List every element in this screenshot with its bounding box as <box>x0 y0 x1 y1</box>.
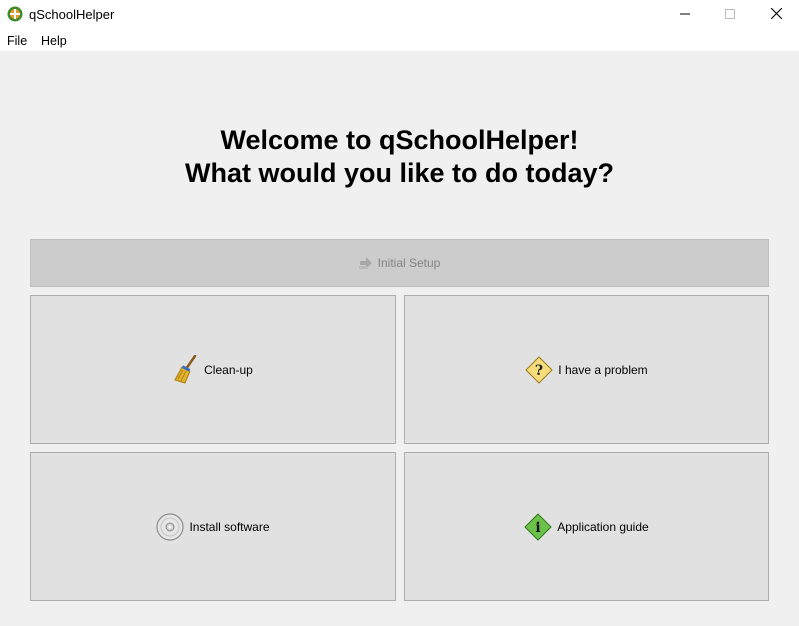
menu-file[interactable]: File <box>7 34 27 48</box>
broom-icon <box>173 354 199 385</box>
maximize-icon <box>725 6 735 24</box>
svg-text:i: i <box>536 520 541 536</box>
initial-setup-label: Initial Setup <box>377 256 441 270</box>
menu-help[interactable]: Help <box>41 34 67 48</box>
app-logo-icon <box>7 6 23 22</box>
minimize-button[interactable] <box>662 0 708 30</box>
application-guide-label: Application guide <box>557 519 649 534</box>
cleanup-label: Clean-up <box>204 362 253 377</box>
welcome-heading: Welcome to qSchoolHelper! What would you… <box>0 124 799 190</box>
cleanup-button[interactable]: Clean-up <box>30 295 396 444</box>
install-software-button[interactable]: Install software <box>30 452 396 601</box>
minimize-icon <box>680 6 690 24</box>
window-title: qSchoolHelper <box>29 7 115 22</box>
question-diamond-icon: ? <box>525 355 554 384</box>
menu-bar: File Help <box>0 30 799 51</box>
problem-label: I have a problem <box>558 362 648 377</box>
arrow-right-icon <box>358 256 373 270</box>
install-software-label: Install software <box>189 519 270 534</box>
info-diamond-icon: i <box>524 512 553 541</box>
maximize-button[interactable] <box>707 0 753 30</box>
application-guide-button[interactable]: i Application guide <box>404 452 769 601</box>
title-bar: qSchoolHelper <box>0 0 799 30</box>
initial-setup-button[interactable]: Initial Setup <box>30 239 769 287</box>
svg-text:?: ? <box>535 363 543 379</box>
welcome-line-2: What would you like to do today? <box>185 158 614 188</box>
problem-button[interactable]: ? I have a problem <box>404 295 769 444</box>
welcome-line-1: Welcome to qSchoolHelper! <box>220 125 579 155</box>
close-icon <box>770 6 782 24</box>
cd-disc-icon <box>156 512 185 541</box>
close-button[interactable] <box>753 0 799 30</box>
